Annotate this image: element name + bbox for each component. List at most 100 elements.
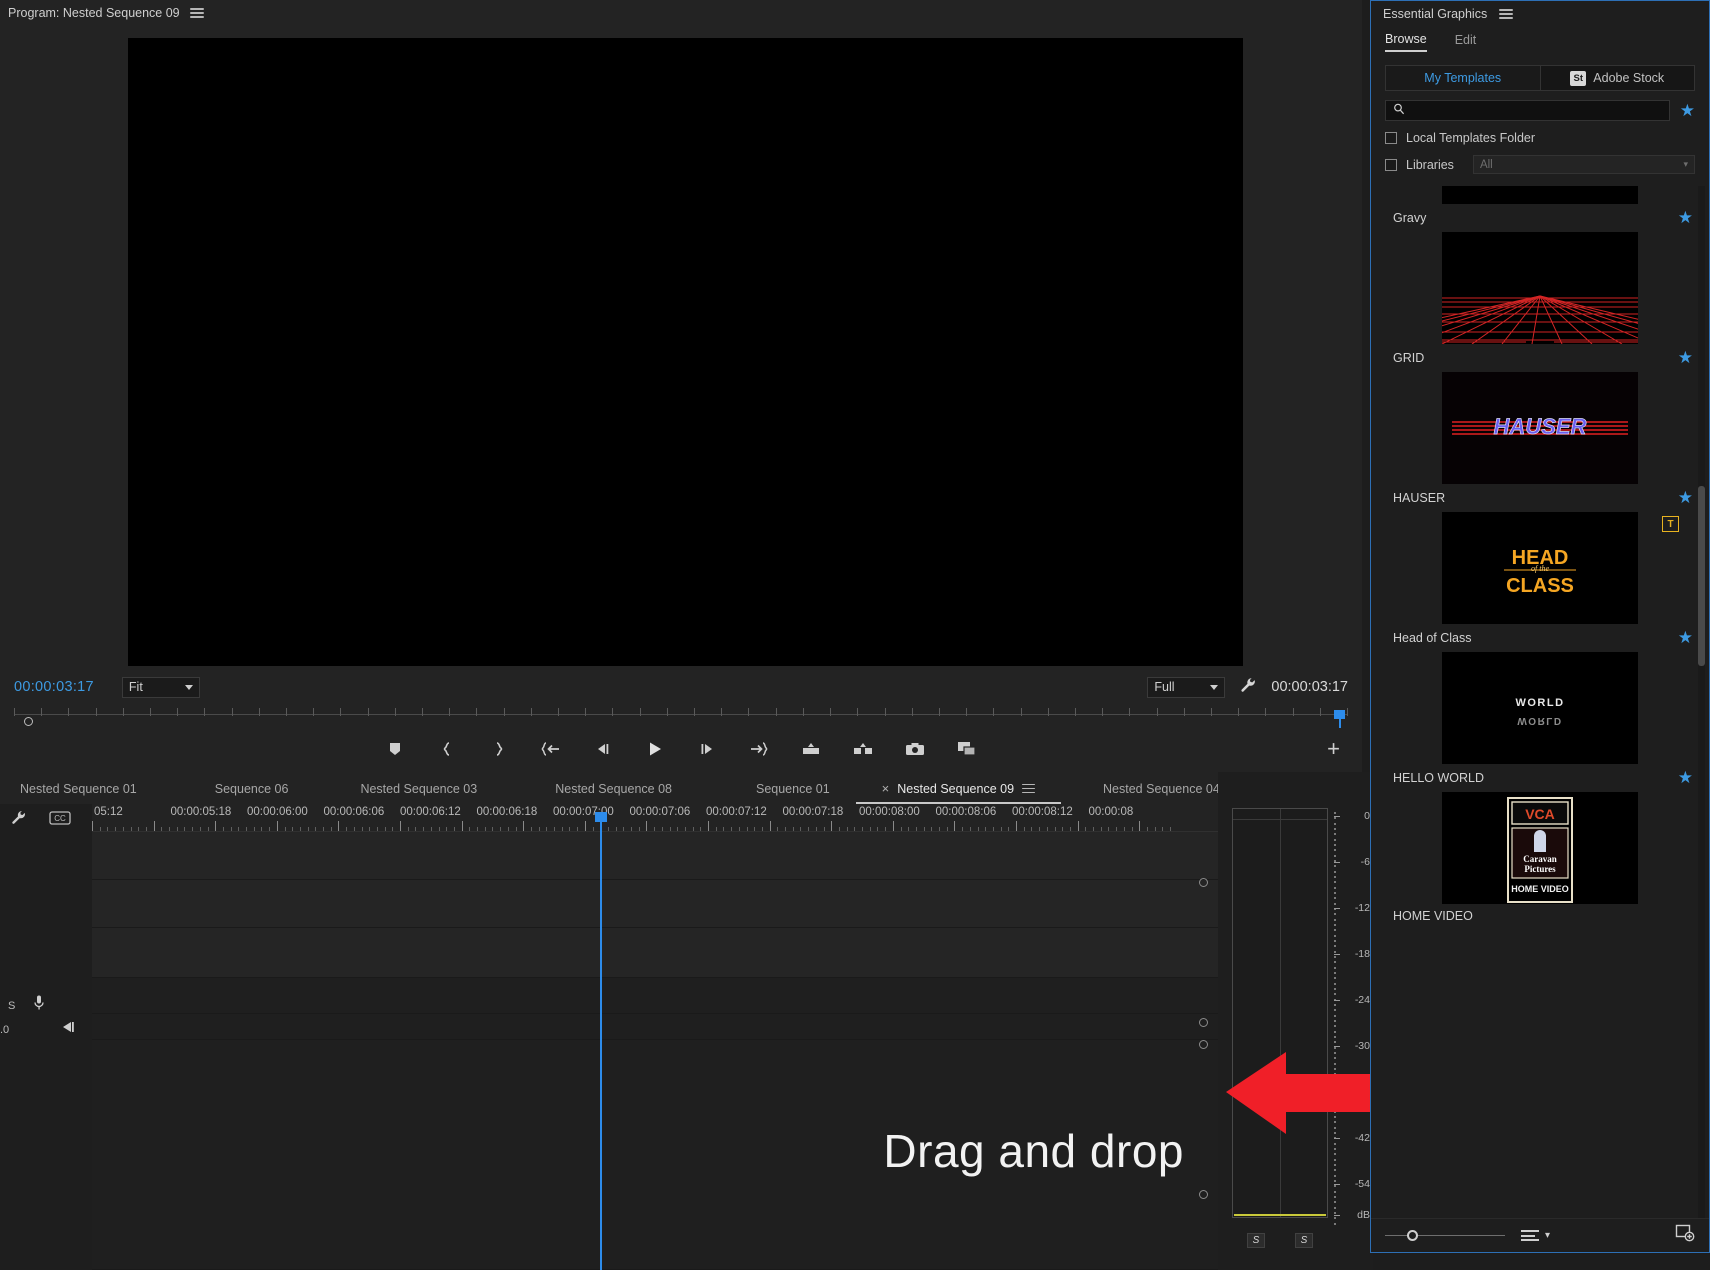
star-icon[interactable]: ★ [1678, 489, 1693, 506]
new-item-button[interactable] [1675, 1224, 1695, 1247]
template-row[interactable]: Gravy ★ [1371, 204, 1709, 232]
template-row[interactable]: HOME VIDEO [1371, 904, 1709, 929]
timeline-tracks-area[interactable]: 05:12 00:00:05:18 00:00:06:00 00:00:06:06 00… [92, 804, 1218, 1270]
zoom-level-select[interactable]: Fit [121, 676, 200, 698]
track-toggle-icon[interactable] [1199, 1018, 1208, 1027]
audio-solo-label[interactable]: S [8, 1000, 15, 1012]
track-toggle-icon[interactable] [1199, 878, 1208, 887]
star-icon[interactable]: ★ [1678, 349, 1693, 366]
star-icon[interactable]: ★ [1680, 102, 1695, 119]
play-stop-button[interactable] [642, 736, 668, 762]
template-row[interactable]: HELLO WORLD ★ [1371, 764, 1709, 792]
template-item[interactable]: GRID ★ [1371, 232, 1709, 372]
closed-caption-icon[interactable]: CC [49, 810, 71, 830]
comparison-view-button[interactable] [954, 736, 980, 762]
lift-button[interactable] [798, 736, 824, 762]
tab-edit[interactable]: Edit [1455, 33, 1477, 51]
audio-meter-bars[interactable] [1232, 808, 1328, 1218]
close-icon[interactable]: × [882, 781, 890, 796]
sequence-tab-nested-sequence-01[interactable]: Nested Sequence 01 [0, 782, 163, 804]
hamburger-icon[interactable] [189, 8, 204, 18]
libraries-filter[interactable]: Libraries All ▾ [1385, 155, 1695, 174]
meter-solo-button[interactable]: S [1295, 1233, 1313, 1248]
thumbnail-zoom-slider[interactable] [1385, 1229, 1505, 1242]
sort-menu[interactable]: ▾ [1521, 1230, 1550, 1241]
template-thumbnail[interactable]: VCA Caravan Pictures HOME VIDEO [1442, 792, 1638, 904]
audio-track-a1[interactable] [92, 978, 1218, 1014]
program-monitor-header: Program: Nested Sequence 09 [0, 0, 1362, 26]
add-marker-button[interactable] [382, 736, 408, 762]
video-preview-frame[interactable] [128, 38, 1243, 666]
sequence-tab-nested-sequence-09[interactable]: × Nested Sequence 09 [855, 781, 1062, 804]
template-list-scrollbar-track[interactable] [1698, 186, 1705, 1218]
template-thumbnail[interactable]: HEAD of the CLASS [1442, 512, 1638, 624]
adobe-stock-icon: St [1570, 70, 1587, 86]
video-track-v1[interactable] [92, 928, 1218, 978]
track-toggle-icon[interactable] [1199, 1190, 1208, 1199]
template-list[interactable]: Gravy ★ GRID ★ HAUSER HAUSER ★ HEAD of the C… [1371, 186, 1709, 1218]
microphone-icon[interactable] [32, 994, 46, 1017]
audio-level-value[interactable]: .0 [0, 1024, 9, 1036]
camera-icon[interactable] [902, 736, 928, 762]
sequence-tab-nested-sequence-03[interactable]: Nested Sequence 03 [314, 782, 503, 804]
skip-to-end-icon[interactable] [60, 1020, 76, 1039]
track-toggle-icon[interactable] [1199, 1040, 1208, 1049]
step-back-button[interactable] [590, 736, 616, 762]
playback-resolution-select[interactable]: Full [1147, 676, 1226, 698]
video-track-v2[interactable] [92, 880, 1218, 928]
timeline-tracks[interactable]: Drag and drop [92, 832, 1218, 1270]
template-item[interactable]: Gravy ★ [1371, 186, 1709, 232]
adobe-stock-tab[interactable]: St Adobe Stock [1539, 66, 1695, 90]
meter-solo-button[interactable]: S [1247, 1233, 1265, 1248]
template-thumbnail[interactable] [1442, 232, 1638, 344]
libraries-checkbox[interactable] [1385, 158, 1397, 171]
ruler-timecode-label: 00:00:07:06 [629, 806, 691, 818]
template-thumbnail[interactable] [1442, 186, 1638, 204]
library-select-value: All [1479, 158, 1493, 171]
timeline-playhead[interactable] [595, 812, 607, 1270]
template-row[interactable]: GRID ★ [1371, 344, 1709, 372]
audio-track-a2[interactable] [92, 1014, 1218, 1040]
local-templates-filter[interactable]: Local Templates Folder [1385, 131, 1695, 145]
hamburger-icon[interactable] [1022, 783, 1036, 794]
star-icon[interactable]: ★ [1678, 629, 1693, 646]
sequence-tab-sequence-06[interactable]: Sequence 06 [163, 782, 315, 804]
monitor-scrubber[interactable] [0, 704, 1362, 726]
sequence-tab-sequence-01[interactable]: Sequence 01 [698, 782, 856, 804]
wrench-icon[interactable] [10, 809, 27, 831]
template-list-scrollbar-thumb[interactable] [1698, 486, 1705, 666]
mark-in-button[interactable] [434, 736, 460, 762]
scrubber-playhead[interactable] [1334, 710, 1345, 728]
search-input[interactable] [1411, 103, 1662, 118]
step-forward-button[interactable] [694, 736, 720, 762]
go-to-out-button[interactable] [746, 736, 772, 762]
my-templates-tab[interactable]: My Templates [1386, 66, 1540, 90]
current-timecode[interactable]: 00:00:03:17 [14, 679, 94, 695]
template-thumbnail[interactable]: WORLD WORLD [1442, 652, 1638, 764]
button-editor-add[interactable]: + [1327, 738, 1340, 760]
video-track-v3[interactable] [92, 832, 1218, 880]
star-icon[interactable]: ★ [1678, 769, 1693, 786]
search-field[interactable] [1385, 100, 1670, 121]
duration-timecode[interactable]: 00:00:03:17 [1271, 679, 1348, 695]
star-icon[interactable]: ★ [1678, 209, 1693, 226]
timeline-ruler[interactable]: 05:12 00:00:05:18 00:00:06:00 00:00:06:06 00… [92, 804, 1218, 832]
go-to-in-button[interactable] [538, 736, 564, 762]
sequence-tab-nested-sequence-08[interactable]: Nested Sequence 08 [503, 782, 698, 804]
tab-browse[interactable]: Browse [1385, 32, 1427, 52]
template-item[interactable]: WORLD WORLD HELLO WORLD ★ [1371, 652, 1709, 792]
template-row[interactable]: HAUSER ★ [1371, 484, 1709, 512]
scrubber-start-handle[interactable] [24, 717, 33, 726]
wrench-icon[interactable] [1239, 676, 1257, 699]
template-item[interactable]: HEAD of the CLASS T Head of Class ★ [1371, 512, 1709, 652]
library-select[interactable]: All ▾ [1472, 155, 1695, 174]
template-row[interactable]: Head of Class ★ [1371, 624, 1709, 652]
program-monitor-stage[interactable] [0, 26, 1362, 670]
template-thumbnail[interactable]: HAUSER [1442, 372, 1638, 484]
template-item[interactable]: VCA Caravan Pictures HOME VIDEO HOME VIDE… [1371, 792, 1709, 929]
extract-button[interactable] [850, 736, 876, 762]
local-templates-checkbox[interactable] [1385, 132, 1397, 144]
mark-out-button[interactable] [486, 736, 512, 762]
template-item[interactable]: HAUSER HAUSER ★ [1371, 372, 1709, 512]
hamburger-icon[interactable] [1499, 9, 1514, 19]
